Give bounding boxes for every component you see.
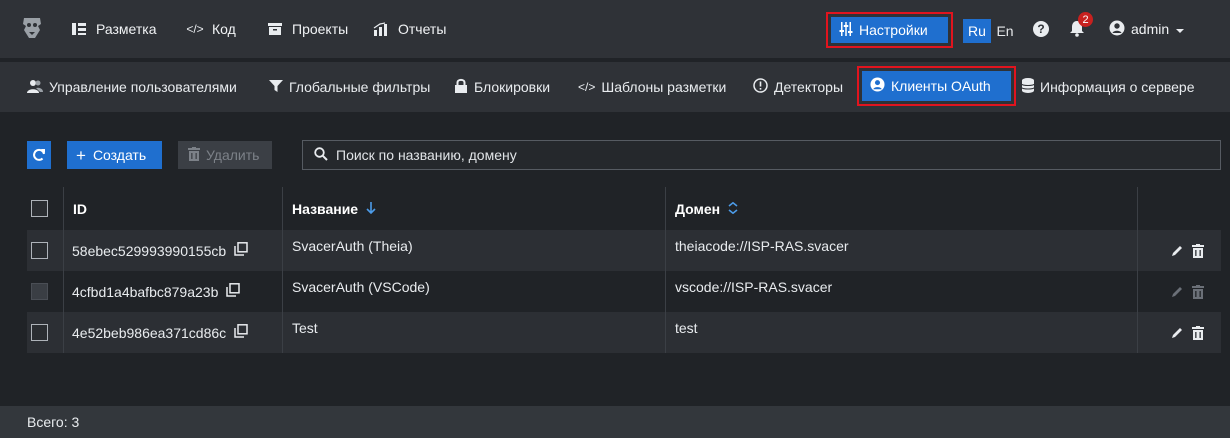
tab-locks[interactable]: Блокировки: [454, 62, 550, 112]
caret-down-icon: [1175, 21, 1185, 37]
nav-reports[interactable]: Отчеты: [372, 0, 446, 58]
code-icon: </>: [186, 22, 204, 36]
row-id-text: 58ebec529993990155cb: [72, 242, 227, 259]
trash-icon[interactable]: [1192, 312, 1204, 353]
trash-icon: [1192, 271, 1204, 312]
sliders-icon: [839, 21, 853, 39]
notification-badge: 2: [1078, 12, 1093, 27]
delete-button[interactable]: Удалить: [178, 141, 272, 169]
tab-server-info-label: Информация о сервере: [1040, 79, 1195, 95]
sort-toggle-icon: [728, 201, 738, 217]
row-name: SvacerAuth (VSCode): [292, 279, 430, 295]
row-id-text: 4cfbd1a4bafbc879a23b: [72, 283, 219, 300]
row-checkbox[interactable]: [31, 312, 48, 353]
row-domain: vscode://ISP-RAS.svacer: [675, 279, 833, 295]
column-header-domain-label: Домен: [675, 200, 721, 217]
row-id: 58ebec529993990155cb: [72, 230, 248, 271]
tab-global-filters[interactable]: Глобальные фильтры: [269, 62, 430, 112]
nav-markup[interactable]: Разметка: [70, 0, 157, 58]
table-row[interactable]: 4e52beb986ea371cd86c Test test: [27, 312, 1221, 353]
nav-markup-label: Разметка: [96, 21, 157, 37]
table-header: ID Название Домен: [27, 187, 1221, 230]
row-domain: theiacode://ISP-RAS.svacer: [675, 238, 849, 254]
lang-ru-button[interactable]: Ru: [963, 19, 991, 43]
user-circle-icon: [870, 77, 885, 95]
table-row[interactable]: 58ebec529993990155cb SvacerAuth (Theia) …: [27, 230, 1221, 271]
nav-code[interactable]: </> Код: [186, 0, 236, 58]
column-header-id: ID: [73, 200, 87, 217]
database-icon: [1021, 78, 1035, 96]
select-all-checkbox[interactable]: [31, 187, 48, 230]
row-name: SvacerAuth (Theia): [292, 238, 413, 254]
code-icon: </>: [578, 80, 596, 94]
help-icon[interactable]: ?: [1033, 21, 1049, 37]
table-row[interactable]: 4cfbd1a4bafbc879a23b SvacerAuth (VSCode)…: [27, 271, 1221, 312]
tab-global-filters-label: Глобальные фильтры: [289, 79, 431, 95]
plus-icon: +: [76, 145, 86, 165]
tab-detectors[interactable]: Детекторы: [753, 62, 843, 112]
nav-reports-label: Отчеты: [398, 21, 447, 37]
search-icon: [314, 146, 328, 164]
tab-oauth-clients[interactable]: Клиенты OAuth: [862, 71, 1011, 101]
settings-label: Настройки: [859, 22, 928, 38]
tab-users[interactable]: Управление пользователями: [27, 62, 237, 112]
lang-en-button[interactable]: En: [992, 19, 1018, 43]
delete-label: Удалить: [206, 147, 260, 163]
edit-icon: [1170, 271, 1184, 312]
tab-locks-label: Блокировки: [474, 79, 551, 95]
row-id: 4e52beb986ea371cd86c: [72, 312, 248, 353]
create-label: Создать: [92, 147, 147, 163]
edit-icon[interactable]: [1170, 230, 1184, 271]
users-icon: [27, 79, 43, 96]
user-circle-icon: [1109, 20, 1125, 39]
row-name: Test: [292, 320, 318, 336]
tab-markup-templates[interactable]: </> Шаблоны разметки: [578, 62, 726, 112]
archive-icon: [266, 20, 284, 38]
total-count: Всего: 3: [27, 414, 80, 430]
lock-icon: [454, 78, 468, 96]
refresh-icon: [33, 148, 45, 161]
edit-icon[interactable]: [1170, 312, 1184, 353]
row-checkbox: [31, 271, 48, 312]
tab-oauth-clients-label: Клиенты OAuth: [891, 78, 991, 94]
sort-desc-icon: [366, 201, 376, 217]
row-domain: test: [675, 320, 698, 336]
settings-button[interactable]: Настройки: [831, 17, 948, 43]
nav-code-label: Код: [212, 21, 236, 37]
column-header-name[interactable]: Название: [292, 187, 376, 230]
app-logo[interactable]: [21, 16, 43, 40]
column-header-name-label: Название: [292, 200, 359, 217]
tab-markup-templates-label: Шаблоны разметки: [601, 79, 727, 95]
search-box[interactable]: [302, 140, 1221, 170]
column-header-domain[interactable]: Домен: [675, 187, 738, 230]
copy-icon[interactable]: [234, 242, 248, 259]
search-input[interactable]: [336, 147, 1216, 163]
tab-server-info[interactable]: Информация о сервере: [1021, 62, 1195, 112]
refresh-button[interactable]: [27, 141, 51, 169]
nav-projects-label: Проекты: [292, 21, 349, 37]
trash-icon[interactable]: [1192, 230, 1204, 271]
row-checkbox[interactable]: [31, 230, 48, 271]
chart-icon: [372, 20, 390, 38]
trash-icon: [188, 146, 200, 164]
user-menu[interactable]: admin: [1109, 0, 1185, 58]
tab-users-label: Управление пользователями: [49, 79, 237, 95]
top-navbar: Разметка </> Код Проекты Отчеты Настройк…: [0, 0, 1230, 58]
create-button[interactable]: + Создать: [67, 141, 162, 169]
filter-icon: [269, 79, 283, 96]
columns-icon: [70, 20, 88, 38]
oauth-clients-table: ID Название Домен 58ebec529993990155cb S…: [27, 187, 1221, 353]
info-icon: [753, 78, 768, 96]
copy-icon[interactable]: [234, 324, 248, 341]
nav-projects[interactable]: Проекты: [266, 0, 348, 58]
row-id: 4cfbd1a4bafbc879a23b: [72, 271, 241, 312]
row-id-text: 4e52beb986ea371cd86c: [72, 324, 227, 341]
table-footer: Всего: 3: [0, 406, 1230, 438]
tab-detectors-label: Детекторы: [774, 79, 844, 95]
user-name: admin: [1131, 21, 1170, 37]
copy-icon[interactable]: [226, 283, 241, 300]
settings-subnav: Управление пользователями Глобальные фил…: [0, 62, 1230, 112]
